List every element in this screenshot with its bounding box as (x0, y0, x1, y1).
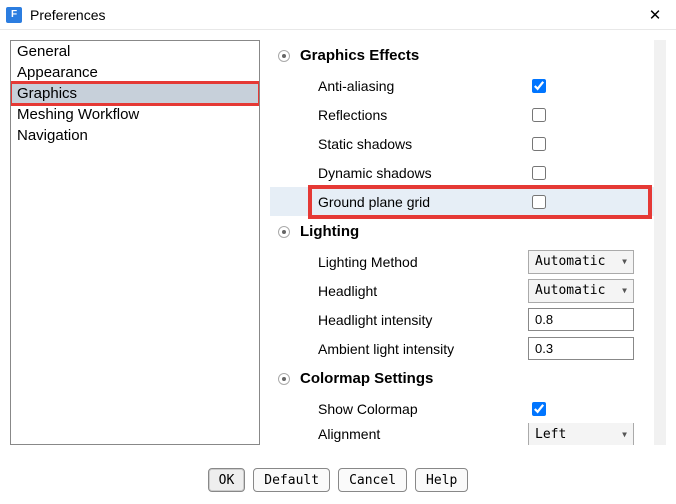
collapse-icon[interactable] (278, 373, 290, 385)
help-button[interactable]: Help (415, 468, 468, 492)
cancel-button[interactable]: Cancel (338, 468, 407, 492)
input-headlight-intensity[interactable] (528, 308, 634, 331)
select-value: Automatic (535, 283, 605, 298)
titlebar: F Preferences ✕ (0, 0, 676, 30)
sidebar-item-appearance[interactable]: Appearance (11, 62, 259, 83)
sidebar-item-navigation[interactable]: Navigation (11, 125, 259, 146)
label-lighting-method: Lighting Method (318, 254, 528, 270)
label-anti-aliasing: Anti-aliasing (318, 78, 528, 94)
checkbox-static-shadows[interactable] (532, 137, 546, 151)
row-ground-plane-grid: Ground plane grid (270, 187, 654, 216)
sidebar-item-graphics[interactable]: Graphics (11, 83, 259, 104)
label-dynamic-shadows: Dynamic shadows (318, 165, 528, 181)
collapse-icon[interactable] (278, 50, 290, 62)
scroll-thumb[interactable] (654, 150, 666, 230)
chevron-down-icon: ▼ (622, 257, 627, 266)
sidebar-item-meshing-workflow[interactable]: Meshing Workflow (11, 104, 259, 125)
content-panel: ▲ ▼ Graphics Effects Anti-aliasing Refle… (270, 40, 666, 445)
select-value: Automatic (535, 254, 605, 269)
row-alignment: Alignment Left ▼ (270, 423, 654, 445)
row-anti-aliasing: Anti-aliasing (270, 71, 654, 100)
default-button[interactable]: Default (253, 468, 330, 492)
label-ground-plane-grid: Ground plane grid (318, 194, 528, 210)
row-show-colormap: Show Colormap (270, 394, 654, 423)
chevron-down-icon: ▼ (622, 430, 627, 439)
checkbox-reflections[interactable] (532, 108, 546, 122)
row-headlight-intensity: Headlight intensity (270, 305, 654, 334)
label-alignment: Alignment (318, 426, 528, 442)
chevron-down-icon: ▼ (622, 286, 627, 295)
section-graphics-effects[interactable]: Graphics Effects (270, 40, 654, 71)
select-headlight[interactable]: Automatic ▼ (528, 279, 634, 303)
sidebar-item-general[interactable]: General (11, 41, 259, 62)
scroll-down-button[interactable]: ▼ (654, 431, 666, 445)
section-title: Colormap Settings (300, 370, 433, 387)
close-icon[interactable]: ✕ (644, 4, 666, 26)
row-ambient-light-intensity: Ambient light intensity (270, 334, 654, 363)
select-value: Left (535, 427, 566, 442)
section-title: Lighting (300, 223, 359, 240)
scroll-up-button[interactable]: ▲ (654, 40, 666, 54)
label-headlight-intensity: Headlight intensity (318, 312, 528, 328)
window-title: Preferences (30, 7, 105, 23)
collapse-icon[interactable] (278, 226, 290, 238)
checkbox-ground-plane-grid[interactable] (532, 195, 546, 209)
row-dynamic-shadows: Dynamic shadows (270, 158, 654, 187)
row-lighting-method: Lighting Method Automatic ▼ (270, 247, 654, 276)
input-ambient-light-intensity[interactable] (528, 337, 634, 360)
sidebar: General Appearance Graphics Meshing Work… (10, 40, 260, 445)
checkbox-show-colormap[interactable] (532, 402, 546, 416)
checkbox-dynamic-shadows[interactable] (532, 166, 546, 180)
section-title: Graphics Effects (300, 47, 419, 64)
row-headlight: Headlight Automatic ▼ (270, 276, 654, 305)
row-static-shadows: Static shadows (270, 129, 654, 158)
checkbox-anti-aliasing[interactable] (532, 79, 546, 93)
row-reflections: Reflections (270, 100, 654, 129)
ok-button[interactable]: OK (208, 468, 246, 492)
select-lighting-method[interactable]: Automatic ▼ (528, 250, 634, 274)
section-colormap[interactable]: Colormap Settings (270, 363, 654, 394)
label-reflections: Reflections (318, 107, 528, 123)
label-headlight: Headlight (318, 283, 528, 299)
footer: OK Default Cancel Help (0, 468, 676, 492)
section-lighting[interactable]: Lighting (270, 216, 654, 247)
app-icon: F (6, 7, 22, 23)
select-alignment[interactable]: Left ▼ (528, 423, 634, 445)
label-static-shadows: Static shadows (318, 136, 528, 152)
label-ambient-light-intensity: Ambient light intensity (318, 341, 528, 357)
label-show-colormap: Show Colormap (318, 401, 528, 417)
